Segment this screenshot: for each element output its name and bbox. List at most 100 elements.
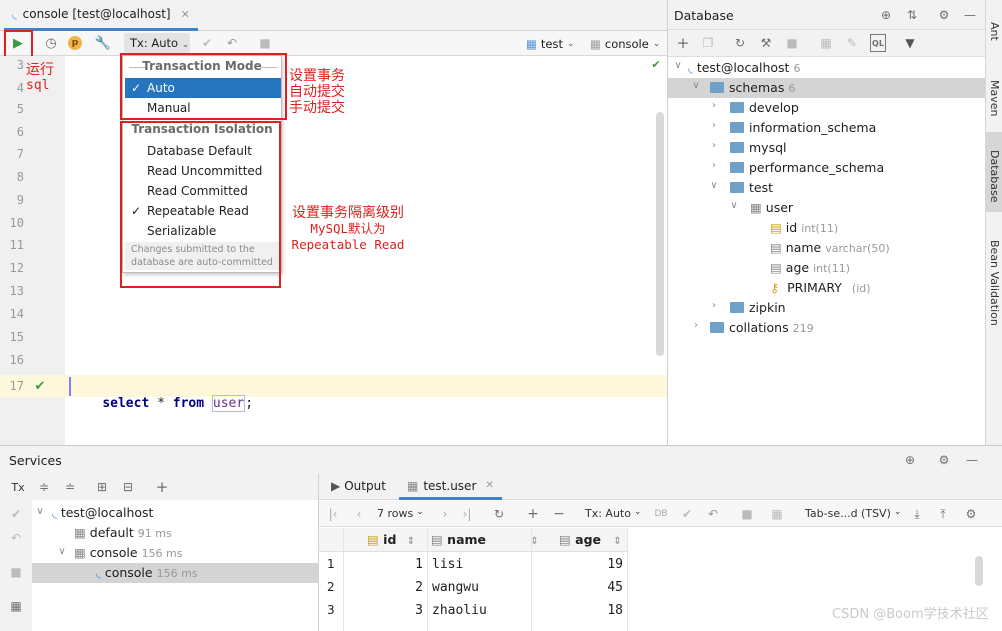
chevron-right-icon[interactable]: › — [708, 300, 720, 311]
cell-id[interactable]: 2 — [347, 576, 423, 599]
sort-icon[interactable]: ⇕ — [407, 536, 415, 547]
stop-icon[interactable]: ■ — [739, 505, 755, 523]
first-page-icon[interactable]: |‹ — [325, 505, 341, 523]
add-icon[interactable]: + — [674, 34, 692, 52]
tab-console[interactable]: ◟ console [test@localhost] ✕ — [4, 0, 198, 31]
cell-name[interactable]: zhaoliu — [432, 599, 487, 622]
side-tab-bean-validation[interactable]: Bean Validation — [988, 240, 1001, 326]
stop-icon[interactable]: ■ — [8, 564, 24, 580]
ql-console-icon[interactable]: QL — [870, 34, 886, 52]
cell-id[interactable]: 3 — [347, 599, 423, 622]
copy-icon[interactable]: ❐ — [700, 34, 716, 52]
stop-icon[interactable]: ■ — [257, 34, 273, 52]
tree-node-primary-key[interactable]: ⚷ PRIMARY (id) — [770, 278, 871, 298]
chevron-down-icon[interactable]: ∨ — [672, 60, 684, 71]
tree-node-collations[interactable]: collations 219 — [710, 318, 814, 338]
service-node-default[interactable]: ▦ default 91 ms — [74, 523, 172, 543]
side-tab-database[interactable]: Database — [988, 150, 1001, 203]
last-page-icon[interactable]: ›| — [459, 505, 475, 523]
column-header-age[interactable]: ▤ age ⇕ — [559, 528, 622, 552]
cell-name[interactable]: wangwu — [432, 576, 479, 599]
gear-icon[interactable]: ⚙ — [936, 6, 952, 24]
chevron-right-icon[interactable]: › — [708, 120, 720, 131]
target-icon[interactable]: ⊕ — [902, 451, 918, 469]
chevron-down-icon[interactable]: ∨ — [690, 80, 702, 91]
minimize-icon[interactable]: — — [964, 451, 980, 469]
add-service-icon[interactable]: + — [154, 478, 170, 496]
delete-row-icon[interactable]: − — [551, 505, 567, 523]
service-node-console-child[interactable]: ◟ console 156 ms — [96, 563, 198, 583]
chevron-down-icon[interactable]: ∨ — [34, 506, 46, 517]
service-node-datasource[interactable]: ◟ test@localhost — [52, 503, 153, 523]
tree-node-user-table[interactable]: ▦ user — [750, 198, 793, 218]
parameter-icon[interactable]: p — [68, 36, 82, 50]
export-format-dropdown[interactable]: Tab-se...d (TSV) ⌄ — [805, 507, 901, 520]
cell-id[interactable]: 1 — [347, 553, 423, 576]
refresh-icon[interactable]: ↻ — [491, 505, 507, 523]
tree-node-mysql[interactable]: mysql — [730, 138, 787, 158]
target-icon[interactable]: ⊕ — [878, 6, 894, 24]
db-icon[interactable]: DB — [653, 505, 669, 523]
stop-icon[interactable]: ■ — [784, 34, 800, 52]
next-page-icon[interactable]: › — [437, 505, 453, 523]
tree-node-column-id[interactable]: ▤ id int(11) — [770, 218, 838, 238]
tree-node-column-name[interactable]: ▤ name varchar(50) — [770, 238, 890, 258]
chevron-right-icon[interactable]: › — [708, 160, 720, 171]
rows-selector[interactable]: 7 rows ⌄ — [377, 507, 424, 520]
history-icon[interactable]: ◷ — [42, 34, 60, 52]
tx-mode-dropdown[interactable]: Tx: Auto ⌄ — [585, 507, 642, 520]
session-selector[interactable]: ▦ console ⌄ — [590, 35, 660, 53]
schema-icon[interactable]: ⚒ — [758, 34, 774, 52]
wrench-icon[interactable]: 🔧 — [94, 34, 112, 52]
sort-icon[interactable]: ⇕ — [613, 536, 621, 547]
rollback-icon[interactable]: ↶ — [705, 505, 721, 523]
cell-age[interactable]: 45 — [535, 576, 623, 599]
refresh-icon[interactable]: ↻ — [732, 34, 748, 52]
column-header-id[interactable]: ▤ id ⇕ — [367, 528, 415, 552]
table-view-icon[interactable]: ▦ — [769, 505, 785, 523]
tree-node-test[interactable]: test — [730, 178, 773, 198]
tree-node-column-age[interactable]: ▤ age int(11) — [770, 258, 850, 278]
rollback-icon[interactable]: ↶ — [224, 34, 240, 52]
edit-icon[interactable]: ✎ — [844, 34, 860, 52]
group-icon[interactable]: ⊞ — [94, 478, 110, 496]
table-icon[interactable]: ▦ — [818, 34, 834, 52]
close-tab-icon[interactable]: ✕ — [485, 480, 493, 491]
column-header-name[interactable]: ▤ name ⇕ — [431, 528, 539, 552]
tx-icon[interactable]: Tx — [8, 478, 28, 496]
tab-test-user[interactable]: ▦ test.user ✕ — [399, 474, 502, 500]
close-tab-icon[interactable]: ✕ — [181, 8, 190, 21]
tree-node-schemas[interactable]: schemas 6 — [710, 78, 795, 98]
chevron-right-icon[interactable]: › — [708, 140, 720, 151]
commit-icon[interactable]: ✔ — [679, 505, 695, 523]
cell-name[interactable]: lisi — [432, 553, 463, 576]
chevron-down-icon[interactable]: ∨ — [708, 180, 720, 191]
layout-icon[interactable]: ▦ — [8, 598, 24, 614]
service-node-console[interactable]: ▦ console 156 ms — [74, 543, 183, 563]
upload-icon[interactable]: ⤒ — [935, 505, 951, 523]
chevron-right-icon[interactable]: › — [708, 100, 720, 111]
collapse-all-icon[interactable]: ≐ — [62, 478, 78, 496]
tab-output[interactable]: ▶ Output — [331, 479, 386, 493]
prev-page-icon[interactable]: ‹ — [351, 505, 367, 523]
commit-icon[interactable]: ✔ — [8, 506, 24, 522]
editor-scrollbar[interactable] — [656, 112, 664, 356]
chevron-down-icon[interactable]: ∨ — [728, 200, 740, 211]
minimize-icon[interactable]: — — [962, 6, 978, 24]
add-row-icon[interactable]: + — [525, 505, 541, 523]
download-icon[interactable]: ⤓ — [909, 505, 925, 523]
tree-node-datasource[interactable]: ◟ test@localhost 6 — [688, 58, 800, 78]
datasource-selector[interactable]: ▦ test ⌄ — [526, 35, 575, 53]
cell-age[interactable]: 18 — [535, 599, 623, 622]
filter-icon[interactable]: ▼ — [902, 34, 918, 52]
commit-icon[interactable]: ✔ — [199, 34, 215, 52]
gear-icon[interactable]: ⚙ — [963, 505, 979, 523]
chevron-down-icon[interactable]: ∨ — [56, 546, 68, 557]
tree-node-performance-schema[interactable]: performance_schema — [730, 158, 884, 178]
collapse-icon[interactable]: ⇅ — [904, 6, 920, 24]
chevron-right-icon[interactable]: › — [690, 320, 702, 331]
side-tab-maven[interactable]: Maven — [988, 80, 1001, 116]
side-tab-ant[interactable]: Ant — [988, 22, 1001, 41]
rollback-icon[interactable]: ↶ — [8, 530, 24, 546]
tree-node-information-schema[interactable]: information_schema — [730, 118, 876, 138]
